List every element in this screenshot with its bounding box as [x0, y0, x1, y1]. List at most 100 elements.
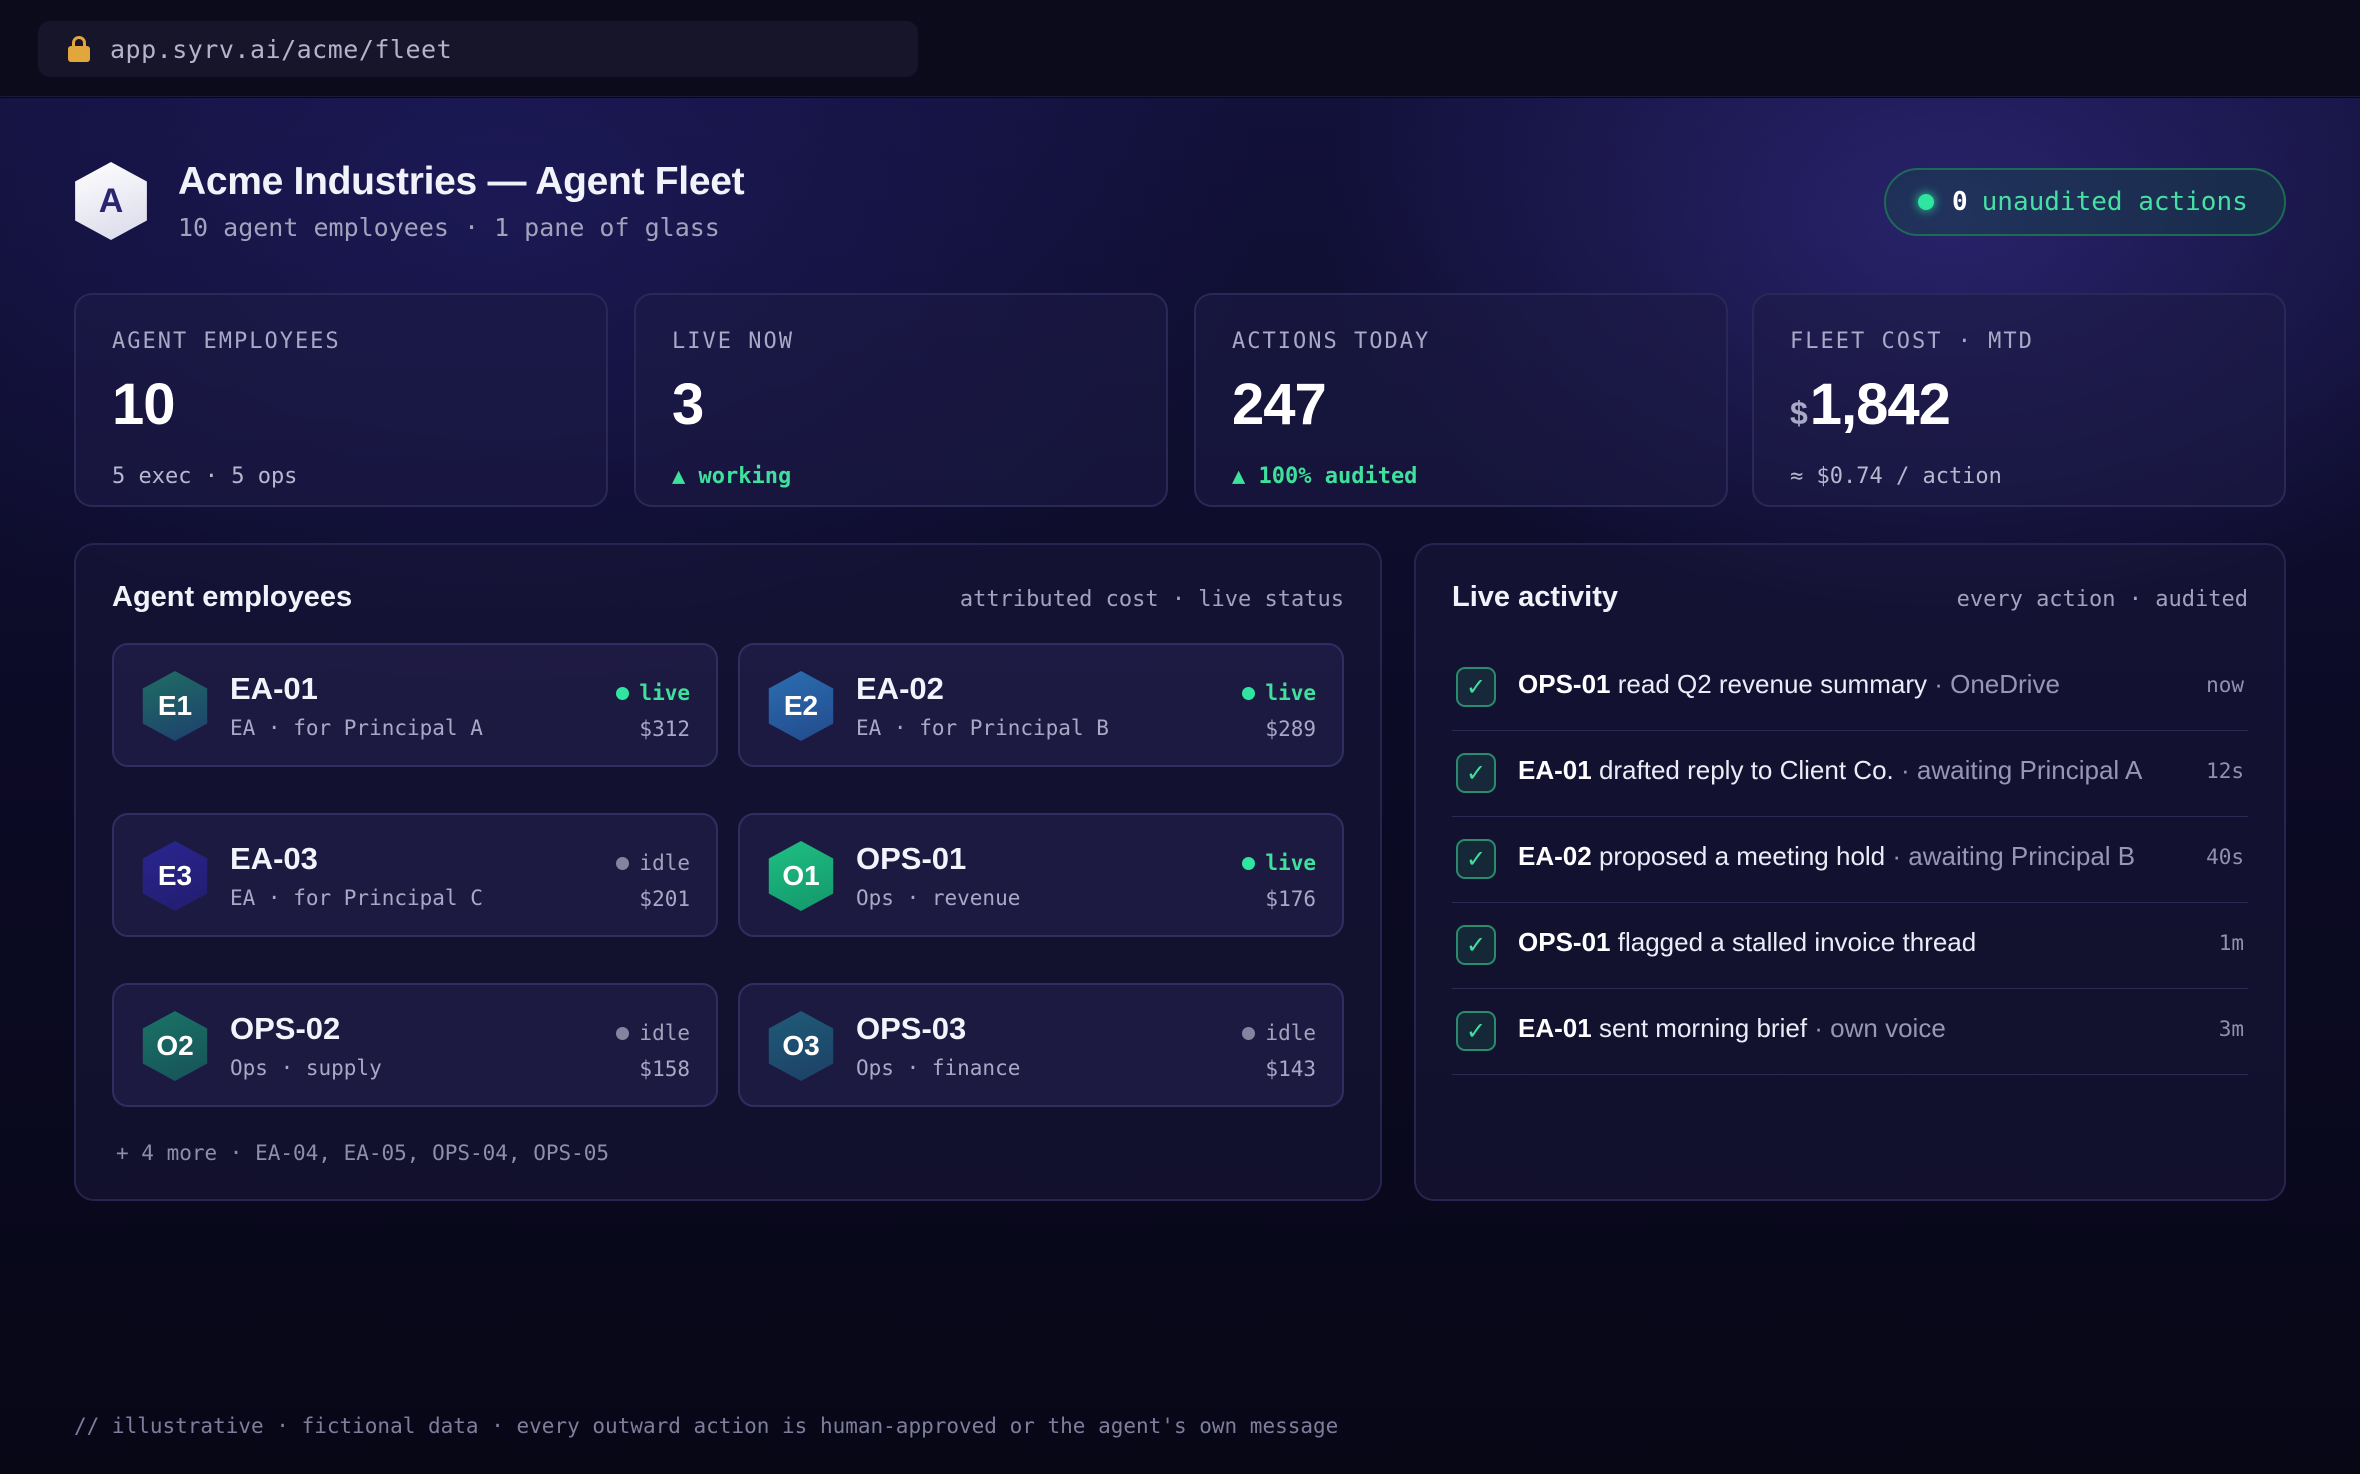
- agent-badge-label: E3: [157, 860, 193, 891]
- agent-badge-label: O3: [782, 1030, 820, 1061]
- agent-name: EA-02: [856, 671, 944, 706]
- activity-agent: EA-01: [1518, 755, 1592, 785]
- agent-status: idle: [616, 1021, 690, 1045]
- stat-value: 10: [112, 372, 176, 437]
- stat-footnote: 5 exec · 5 ops: [112, 464, 298, 489]
- agent-status: live: [1242, 681, 1316, 705]
- agent-role: EA · for Principal C: [230, 886, 483, 910]
- activity-detail: · OneDrive: [1934, 669, 2060, 699]
- panel-title: Live activity: [1452, 581, 1619, 613]
- agent-cost: $176: [1265, 887, 1316, 911]
- stat-label: FLEET COST · MTD: [1790, 329, 2034, 354]
- status-dot-icon: [1918, 194, 1934, 210]
- activity-agent: OPS-01: [1518, 669, 1611, 699]
- agent-cost: $143: [1265, 1057, 1316, 1081]
- live-activity-panel: Live activity every action · audited ✓ OP…: [1414, 543, 2286, 1201]
- agent-badge-label: O1: [782, 860, 820, 891]
- activity-time: 3m: [2218, 1017, 2244, 1041]
- agent-badge-icon: E3: [142, 841, 208, 911]
- agent-cost: $312: [639, 717, 690, 741]
- activity-agent: OPS-01: [1518, 927, 1611, 957]
- check-icon: ✓: [1456, 667, 1496, 707]
- agent-role: Ops · supply: [230, 1056, 382, 1080]
- stat-card-actions-today: ACTIONS TODAY 247 ▲ 100% audited: [1194, 293, 1728, 507]
- agent-card-ea-03[interactable]: E3 EA-03 EA · for Principal C idle $201: [112, 813, 718, 937]
- agent-badge-label: O2: [156, 1030, 194, 1061]
- page-subtitle: 10 agent employees · 1 pane of glass: [178, 213, 720, 242]
- more-agents-link[interactable]: + 4 more · EA-04, EA-05, OPS-04, OPS-05: [116, 1141, 609, 1165]
- footnote: // illustrative · fictional data · every…: [74, 1414, 1339, 1438]
- activity-action: flagged a stalled invoice thread: [1617, 927, 1977, 957]
- agent-cost: $289: [1265, 717, 1316, 741]
- agent-card-ea-01[interactable]: E1 EA-01 EA · for Principal A live $312: [112, 643, 718, 767]
- browser-chrome: app.syrv.ai/acme/fleet: [0, 0, 2360, 97]
- activity-text: EA-01 drafted reply to Client Co. · awai…: [1518, 755, 2142, 786]
- activity-text: EA-01 sent morning brief · own voice: [1518, 1013, 1946, 1044]
- activity-action: drafted reply to Client Co.: [1598, 755, 1894, 785]
- status-dot-icon: [1242, 856, 1256, 870]
- agent-status: idle: [1242, 1021, 1316, 1045]
- activity-row[interactable]: ✓ OPS-01 flagged a stalled invoice thread…: [1452, 903, 2248, 989]
- stat-card-live-now: LIVE NOW 3 ▲ working: [634, 293, 1168, 507]
- agent-status: live: [1242, 851, 1316, 875]
- check-icon: ✓: [1456, 753, 1496, 793]
- agent-role: EA · for Principal B: [856, 716, 1109, 740]
- currency-symbol: $: [1790, 395, 1808, 431]
- activity-text: OPS-01 flagged a stalled invoice thread: [1518, 927, 1976, 958]
- agent-role: Ops · revenue: [856, 886, 1021, 910]
- activity-agent: EA-02: [1518, 841, 1592, 871]
- agent-card-ops-03[interactable]: O3 OPS-03 Ops · finance idle $143: [738, 983, 1344, 1107]
- activity-agent: EA-01: [1518, 1013, 1592, 1043]
- activity-time: 40s: [2206, 845, 2244, 869]
- panel-caption: every action · audited: [1956, 587, 2248, 612]
- agent-name: OPS-03: [856, 1011, 967, 1046]
- agent-badge-label: E1: [157, 690, 193, 721]
- activity-row[interactable]: ✓ OPS-01 read Q2 revenue summary · OneDri…: [1452, 645, 2248, 731]
- agent-badge-icon: O2: [142, 1011, 208, 1081]
- agent-status: idle: [616, 851, 690, 875]
- agent-name: OPS-01: [856, 841, 967, 876]
- agent-card-ops-02[interactable]: O2 OPS-02 Ops · supply idle $158: [112, 983, 718, 1107]
- stat-footnote: ▲ working: [672, 464, 792, 489]
- agent-badge-icon: E1: [142, 671, 208, 741]
- activity-row[interactable]: ✓ EA-01 sent morning brief · own voice 3m: [1452, 989, 2248, 1075]
- agent-badge-icon: O1: [768, 841, 834, 911]
- agent-card-ea-02[interactable]: E2 EA-02 EA · for Principal B live $289: [738, 643, 1344, 767]
- agent-badge-label: E2: [783, 690, 819, 721]
- logo-letter: A: [98, 181, 124, 220]
- company-logo: A: [75, 162, 147, 240]
- agent-badge-icon: O3: [768, 1011, 834, 1081]
- page-title: Acme Industries — Agent Fleet: [178, 160, 745, 203]
- stat-value: 247: [1232, 372, 1327, 437]
- activity-detail: · awaiting Principal B: [1892, 841, 2136, 871]
- check-icon: ✓: [1456, 925, 1496, 965]
- unaudited-actions-badge[interactable]: 0 unaudited actions: [1884, 168, 2286, 236]
- agent-name: OPS-02: [230, 1011, 341, 1046]
- address-bar[interactable]: app.syrv.ai/acme/fleet: [38, 21, 918, 77]
- stat-footnote: ≈ $0.74 / action: [1790, 464, 2002, 489]
- panel-caption: attributed cost · live status: [959, 587, 1344, 612]
- activity-row[interactable]: ✓ EA-02 proposed a meeting hold · awaitin…: [1452, 817, 2248, 903]
- check-icon: ✓: [1456, 839, 1496, 879]
- status-dot-icon: [616, 1026, 630, 1040]
- status-dot-icon: [1242, 1026, 1256, 1040]
- activity-detail: · own voice: [1814, 1013, 1946, 1043]
- activity-text: OPS-01 read Q2 revenue summary · OneDriv…: [1518, 669, 2060, 700]
- agent-card-ops-01[interactable]: O1 OPS-01 Ops · revenue live $176: [738, 813, 1344, 937]
- status-label: live: [639, 681, 690, 705]
- status-label: live: [1265, 851, 1316, 875]
- activity-action: sent morning brief: [1598, 1013, 1808, 1043]
- agent-employees-panel: Agent employees attributed cost · live s…: [74, 543, 1382, 1201]
- cost-amount: 1,842: [1809, 372, 1951, 437]
- agent-status: live: [616, 681, 690, 705]
- lock-icon: [68, 36, 90, 62]
- agent-role: Ops · finance: [856, 1056, 1021, 1080]
- agent-cost: $158: [639, 1057, 690, 1081]
- stat-card-fleet-cost: FLEET COST · MTD $1,842 ≈ $0.74 / action: [1752, 293, 2286, 507]
- agent-badge-icon: E2: [768, 671, 834, 741]
- url-text[interactable]: app.syrv.ai/acme/fleet: [110, 35, 452, 64]
- agent-name: EA-03: [230, 841, 318, 876]
- activity-action: read Q2 revenue summary: [1617, 669, 1927, 699]
- status-dot-icon: [616, 686, 630, 700]
- activity-row[interactable]: ✓ EA-01 drafted reply to Client Co. · awa…: [1452, 731, 2248, 817]
